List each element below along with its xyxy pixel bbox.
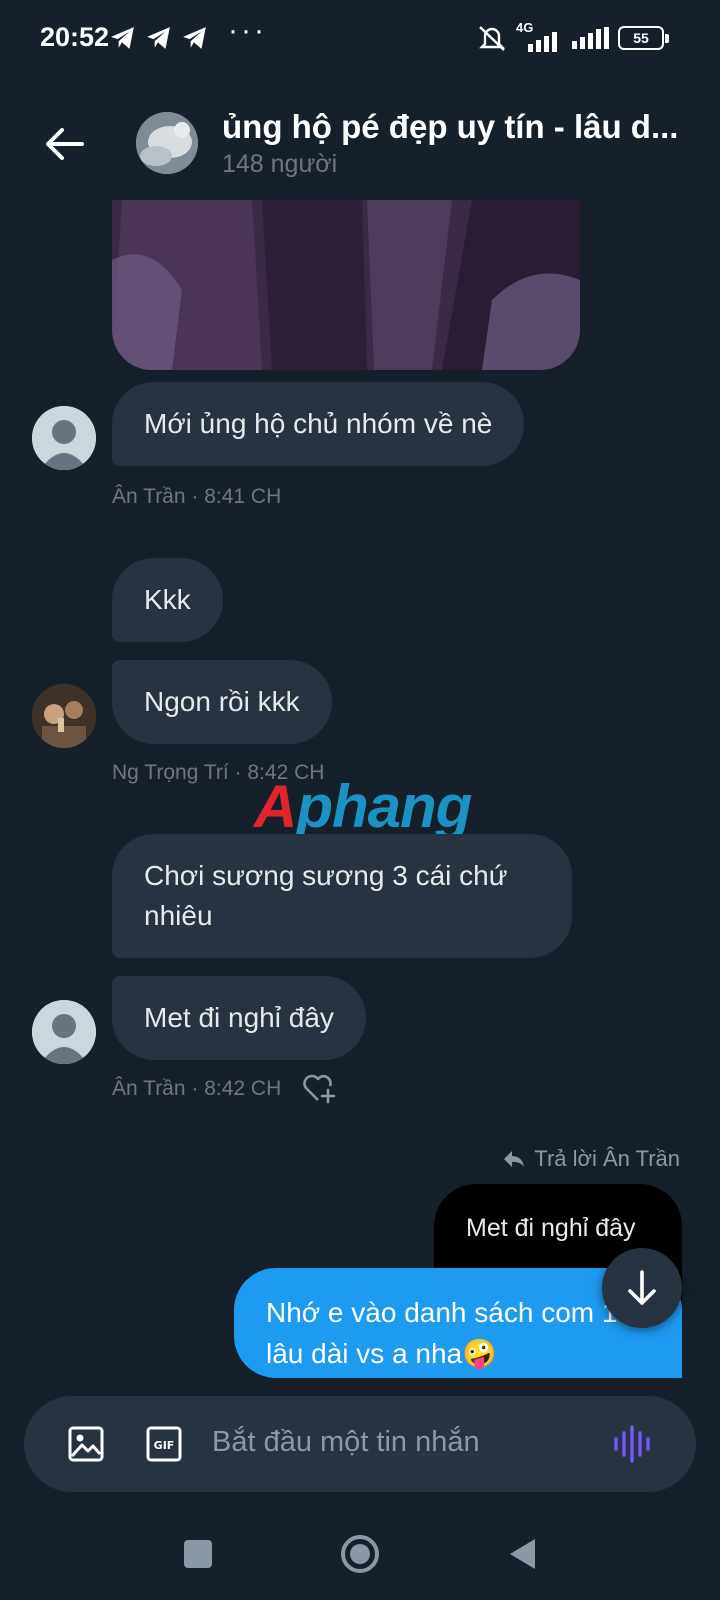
default-user-icon xyxy=(32,406,96,470)
user-photo-icon xyxy=(32,684,96,748)
triangle-nav-icon xyxy=(510,1539,535,1569)
watermark-logo: Aphang xyxy=(254,772,472,841)
avatar[interactable] xyxy=(32,1000,96,1064)
message-input[interactable]: Bắt đầu một tin nhắn xyxy=(212,1426,480,1459)
group-title[interactable]: ủng hộ pé đẹp uy tín - lâu d... xyxy=(222,108,692,146)
image-message[interactable] xyxy=(112,200,580,370)
image-button[interactable] xyxy=(64,1422,108,1466)
circle-nav-icon xyxy=(341,1535,379,1573)
image-icon xyxy=(68,1426,104,1462)
gif-icon: GIF xyxy=(146,1426,182,1462)
reply-icon xyxy=(504,1151,525,1167)
status-time: 20:52 xyxy=(40,22,110,52)
group-avatar[interactable] xyxy=(136,112,198,174)
voice-button[interactable] xyxy=(610,1422,654,1466)
signal-4g-icon: 4G xyxy=(516,20,562,52)
more-notifications-icon: ··· xyxy=(228,14,267,47)
message-bubble[interactable]: Met đi nghỉ đây xyxy=(112,976,366,1060)
back-arrow-icon xyxy=(46,128,84,160)
message-bubble[interactable]: Ngon rồi kkk xyxy=(112,660,332,744)
telegram-icon xyxy=(111,27,134,49)
mute-icon xyxy=(479,26,505,51)
status-bar: 20:52 ··· 4G 55 xyxy=(0,0,720,76)
recent-apps-button[interactable] xyxy=(174,1530,222,1578)
message-meta: Ân Trần · 8:42 CH xyxy=(112,1077,282,1100)
signal-icon xyxy=(572,27,609,49)
voice-icon xyxy=(614,1425,650,1463)
reply-label-text: Trả lời Ân Trần xyxy=(534,1146,680,1171)
reply-label: Trả lời Ân Trần xyxy=(502,1146,680,1172)
back-nav-button[interactable] xyxy=(498,1530,546,1578)
message-bubble[interactable]: Chơi sương sương 3 cái chứ nhiêu xyxy=(112,834,572,958)
avatar[interactable] xyxy=(32,684,96,748)
message-bubble[interactable]: Kkk xyxy=(112,558,223,642)
battery-level: 55 xyxy=(633,30,649,46)
watermark-part-b: phang xyxy=(296,773,472,840)
arrow-down-icon xyxy=(628,1270,656,1305)
status-right: 4G 55 xyxy=(476,20,669,52)
avatar[interactable] xyxy=(32,406,96,470)
message-composer: GIF Bắt đầu một tin nhắn xyxy=(24,1396,696,1492)
gif-button[interactable]: GIF xyxy=(142,1422,186,1466)
message-meta: Ân Trần · 8:41 CH xyxy=(112,485,282,508)
home-button[interactable] xyxy=(336,1530,384,1578)
default-user-icon xyxy=(32,1000,96,1064)
square-nav-icon xyxy=(184,1540,212,1568)
battery-icon: 55 xyxy=(618,26,669,50)
heart-plus-icon[interactable] xyxy=(302,1072,336,1104)
back-button[interactable] xyxy=(38,118,90,170)
telegram-icon xyxy=(183,27,206,49)
telegram-icon xyxy=(147,27,170,49)
svg-text:GIF: GIF xyxy=(154,1439,175,1452)
watermark-part-a: A xyxy=(254,773,297,840)
scroll-down-button[interactable] xyxy=(602,1248,682,1328)
message-bubble[interactable]: Mới ủng hộ chủ nhóm về nè xyxy=(112,382,525,466)
quoted-text: Met đi nghỉ đây xyxy=(466,1214,636,1242)
group-member-count: 148 người xyxy=(222,150,338,178)
